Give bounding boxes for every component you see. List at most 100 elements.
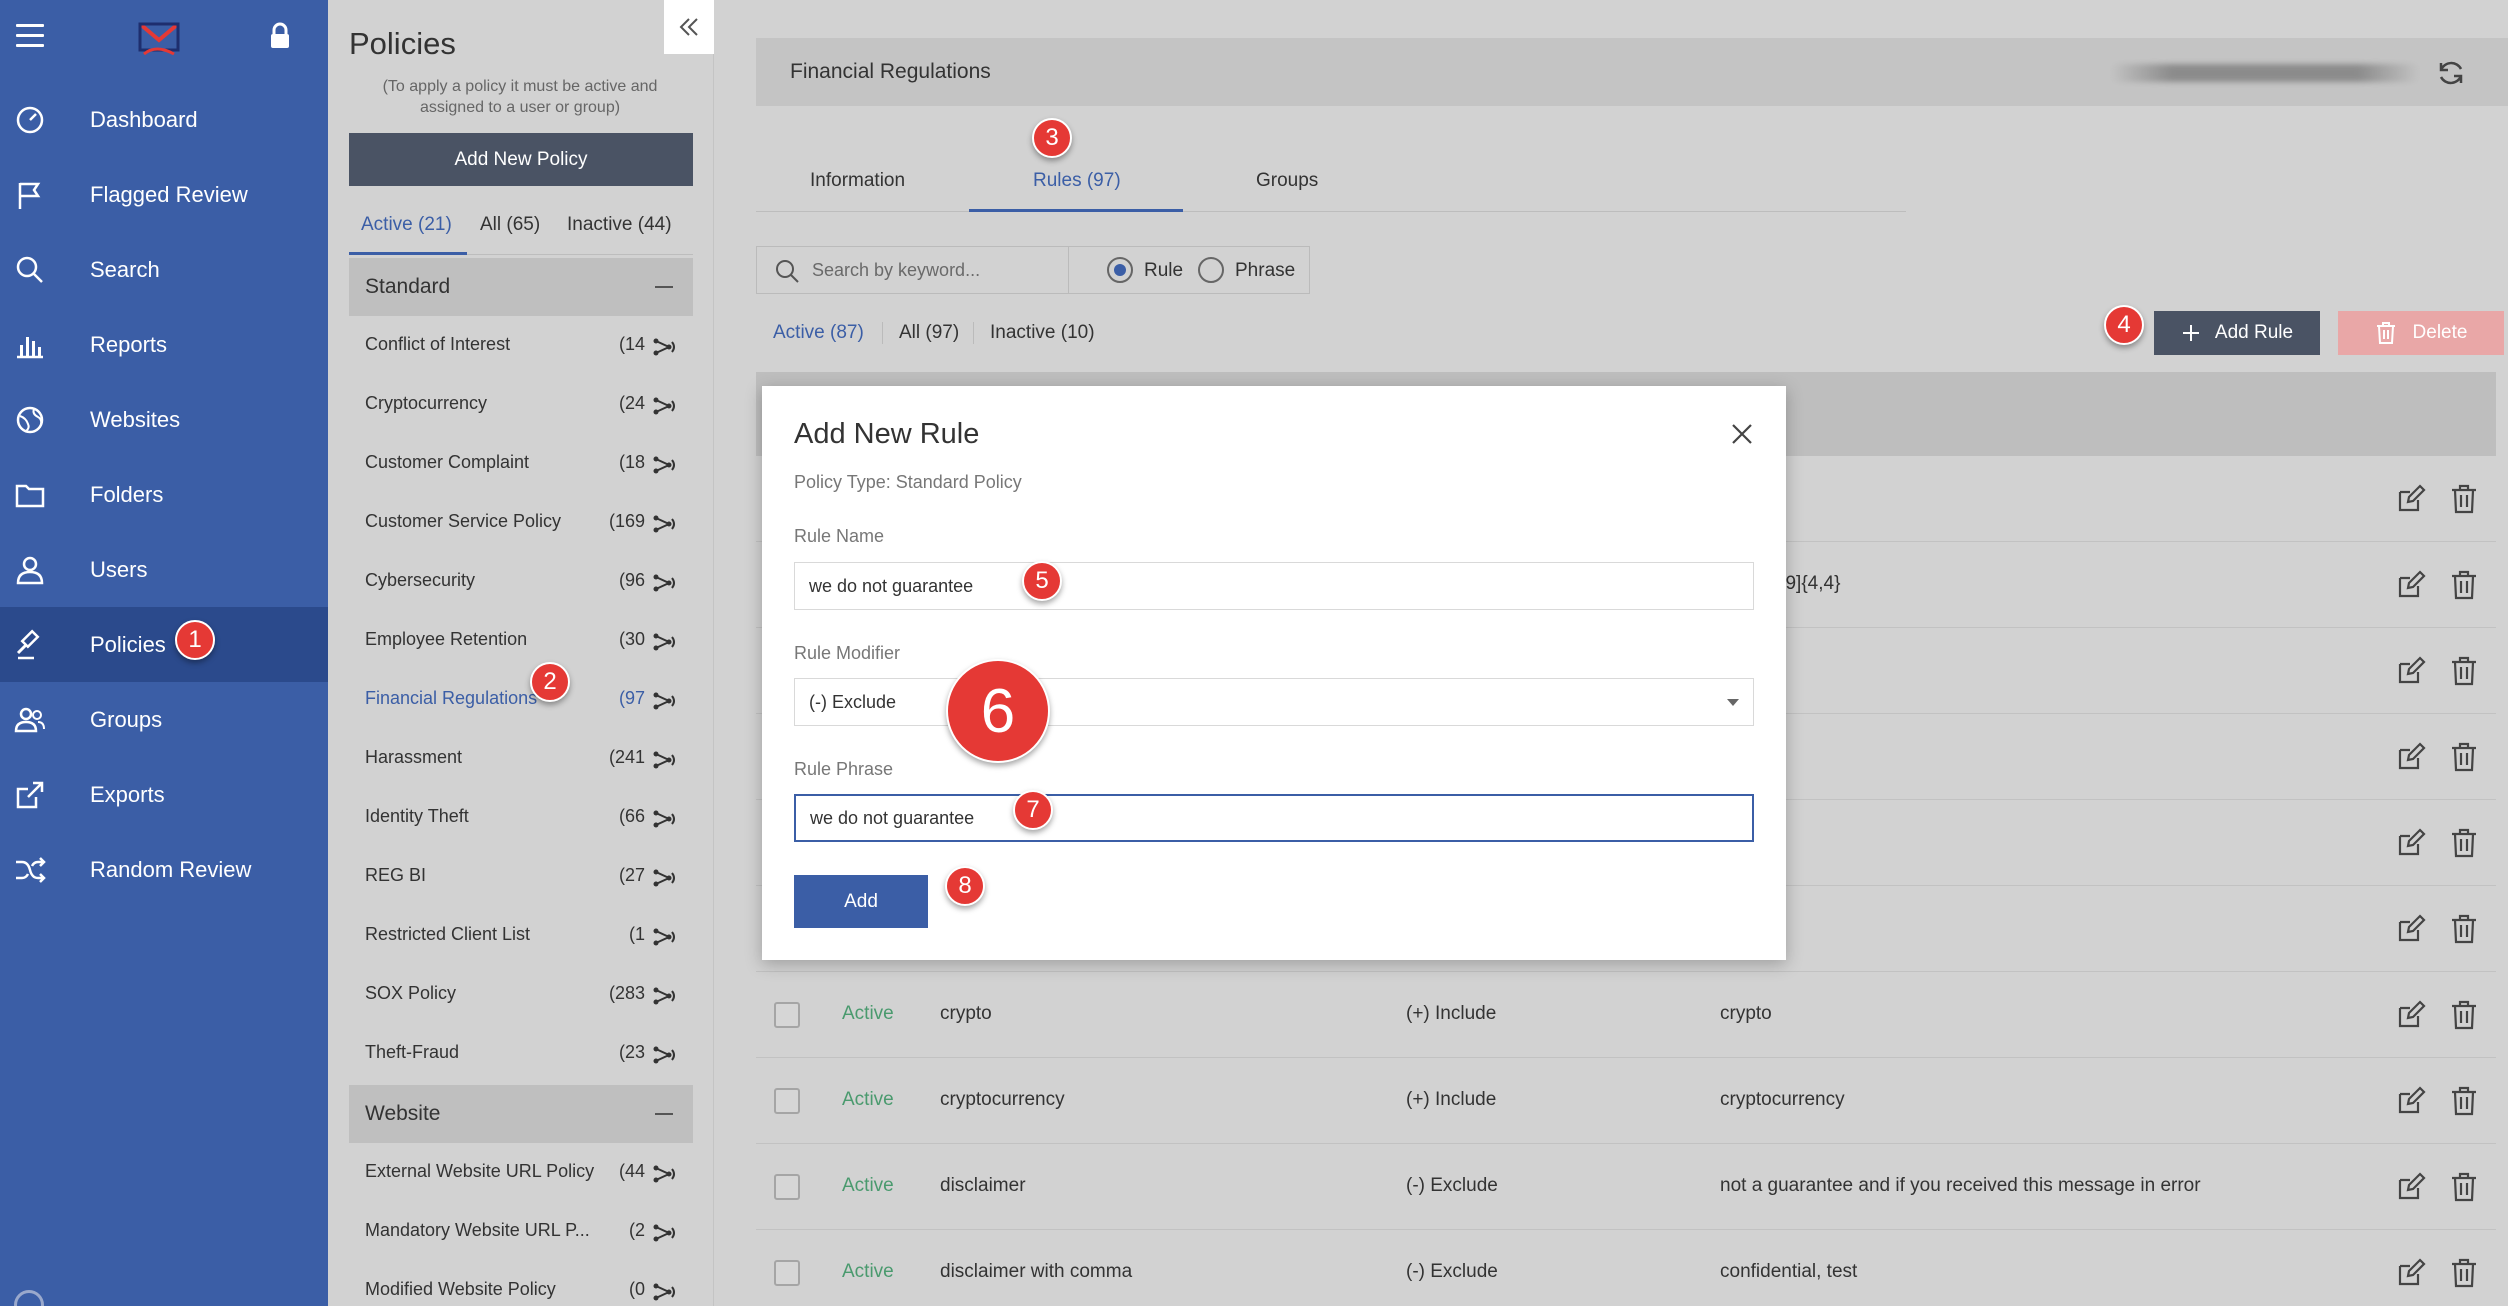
- nav-item-groups[interactable]: Groups: [0, 682, 328, 757]
- trash-icon[interactable]: [2450, 742, 2478, 772]
- policy-row[interactable]: Identity Theft (66: [349, 798, 693, 838]
- rule-filter-all[interactable]: All (97): [899, 322, 959, 344]
- share-nodes-icon[interactable]: [653, 869, 677, 887]
- nav-item-reports[interactable]: Reports: [0, 307, 328, 382]
- rule-filter-active[interactable]: Active (87): [773, 322, 864, 344]
- policy-row[interactable]: Financial Regulations (97: [349, 680, 693, 720]
- trash-icon[interactable]: [2450, 484, 2478, 514]
- trash-icon[interactable]: [2450, 828, 2478, 858]
- lock-icon[interactable]: [268, 22, 292, 50]
- policy-row[interactable]: Customer Service Policy (169: [349, 503, 693, 543]
- tab-information[interactable]: Information: [810, 170, 905, 192]
- edit-icon[interactable]: [2396, 1086, 2426, 1116]
- share-nodes-icon[interactable]: [653, 987, 677, 1005]
- edit-icon[interactable]: [2396, 914, 2426, 944]
- share-nodes-icon[interactable]: [653, 338, 677, 356]
- add-new-policy-button[interactable]: Add New Policy: [349, 133, 693, 186]
- policy-row[interactable]: Cybersecurity (96: [349, 562, 693, 602]
- share-nodes-icon[interactable]: [653, 1046, 677, 1064]
- nav-item-users[interactable]: Users: [0, 532, 328, 607]
- edit-icon[interactable]: [2396, 570, 2426, 600]
- share-nodes-icon[interactable]: [653, 515, 677, 533]
- row-checkbox[interactable]: [774, 1088, 800, 1114]
- share-nodes-icon[interactable]: [653, 1283, 677, 1301]
- collapse-minus-icon[interactable]: [655, 286, 673, 288]
- add-rule-button[interactable]: Add Rule: [2154, 311, 2320, 355]
- radio-rule[interactable]: [1107, 257, 1133, 283]
- policy-row[interactable]: Customer Complaint (18: [349, 444, 693, 484]
- delete-button[interactable]: Delete: [2338, 311, 2504, 355]
- close-icon[interactable]: [1728, 420, 1756, 448]
- tab-groups[interactable]: Groups: [1256, 170, 1318, 192]
- edit-icon[interactable]: [2396, 742, 2426, 772]
- policy-row[interactable]: Mandatory Website URL P... (2: [349, 1212, 693, 1252]
- policy-tab-inactive[interactable]: Inactive (44): [567, 214, 672, 236]
- rule-modifier-select[interactable]: (-) Exclude: [794, 678, 1754, 726]
- share-nodes-icon[interactable]: [653, 574, 677, 592]
- policy-row[interactable]: Harassment (241: [349, 739, 693, 779]
- trash-icon[interactable]: [2450, 1000, 2478, 1030]
- add-button[interactable]: Add: [794, 875, 928, 928]
- policy-row[interactable]: External Website URL Policy (44: [349, 1153, 693, 1193]
- share-nodes-icon[interactable]: [653, 633, 677, 651]
- radio-phrase[interactable]: [1198, 257, 1224, 283]
- edit-icon[interactable]: [2396, 828, 2426, 858]
- row-checkbox[interactable]: [774, 1002, 800, 1028]
- edit-icon[interactable]: [2396, 1172, 2426, 1202]
- policy-row[interactable]: Employee Retention (30: [349, 621, 693, 661]
- refresh-icon[interactable]: [2436, 58, 2466, 88]
- edit-icon[interactable]: [2396, 656, 2426, 686]
- collapse-minus-icon[interactable]: [655, 1113, 673, 1115]
- policy-row[interactable]: Modified Website Policy (0: [349, 1271, 693, 1306]
- nav-item-policies[interactable]: Policies: [0, 607, 328, 682]
- policy-row[interactable]: Conflict of Interest (14: [349, 326, 693, 366]
- trash-icon[interactable]: [2450, 570, 2478, 600]
- policy-row[interactable]: Cryptocurrency (24: [349, 385, 693, 425]
- policy-row[interactable]: Restricted Client List (1: [349, 916, 693, 956]
- rule-filter-inactive[interactable]: Inactive (10): [990, 322, 1095, 344]
- tab-rules[interactable]: Rules (97): [1033, 170, 1121, 192]
- nav-item-flagged-review[interactable]: Flagged Review: [0, 157, 328, 232]
- policy-row[interactable]: SOX Policy (283: [349, 975, 693, 1015]
- row-checkbox[interactable]: [774, 1260, 800, 1286]
- search-input[interactable]: [812, 256, 1062, 284]
- share-nodes-icon[interactable]: [653, 1224, 677, 1242]
- tab-divider: [756, 211, 1906, 212]
- collapse-panel-button[interactable]: [664, 0, 714, 54]
- edit-icon[interactable]: [2396, 1258, 2426, 1288]
- nav-item-random-review[interactable]: Random Review: [0, 832, 328, 907]
- row-checkbox[interactable]: [774, 1174, 800, 1200]
- policy-tab-all[interactable]: All (65): [480, 214, 540, 236]
- nav-item-exports[interactable]: Exports: [0, 757, 328, 832]
- trash-icon[interactable]: [2450, 1172, 2478, 1202]
- hamburger-menu-icon[interactable]: [16, 24, 44, 48]
- policy-group-standard[interactable]: Standard: [349, 258, 693, 316]
- policy-group-website[interactable]: Website: [349, 1085, 693, 1143]
- account-avatar[interactable]: [14, 1290, 44, 1306]
- trash-icon[interactable]: [2450, 656, 2478, 686]
- share-nodes-icon[interactable]: [653, 928, 677, 946]
- trash-icon[interactable]: [2450, 1258, 2478, 1288]
- trash-icon[interactable]: [2450, 1086, 2478, 1116]
- nav-item-dashboard[interactable]: Dashboard: [0, 82, 328, 157]
- edit-icon[interactable]: [2396, 484, 2426, 514]
- share-nodes-icon[interactable]: [653, 397, 677, 415]
- policy-rule-count: (27: [618, 865, 645, 885]
- rule-phrase-input[interactable]: [794, 794, 1754, 842]
- share-nodes-icon[interactable]: [653, 692, 677, 710]
- nav-item-websites[interactable]: Websites: [0, 382, 328, 457]
- rule-name-input[interactable]: [794, 562, 1754, 610]
- share-nodes-icon[interactable]: [653, 1165, 677, 1183]
- nav-item-search[interactable]: Search: [0, 232, 328, 307]
- policy-tab-active[interactable]: Active (21): [361, 214, 452, 236]
- search-icon: [776, 260, 799, 283]
- nav-item-label: Flagged Review: [90, 181, 248, 207]
- edit-icon[interactable]: [2396, 1000, 2426, 1030]
- policy-row[interactable]: REG BI (27: [349, 857, 693, 897]
- share-nodes-icon[interactable]: [653, 456, 677, 474]
- nav-item-folders[interactable]: Folders: [0, 457, 328, 532]
- trash-icon[interactable]: [2450, 914, 2478, 944]
- share-nodes-icon[interactable]: [653, 810, 677, 828]
- share-nodes-icon[interactable]: [653, 751, 677, 769]
- policy-row[interactable]: Theft-Fraud (23: [349, 1034, 693, 1074]
